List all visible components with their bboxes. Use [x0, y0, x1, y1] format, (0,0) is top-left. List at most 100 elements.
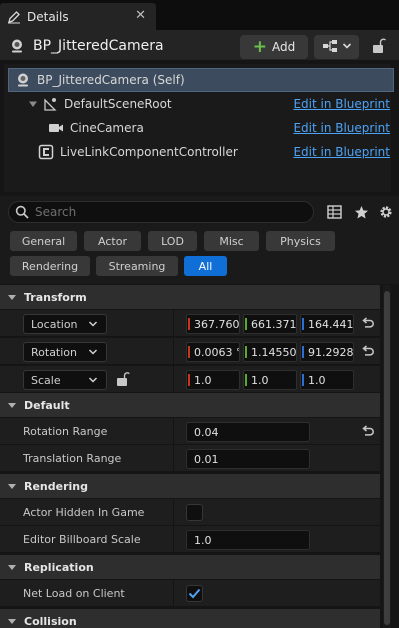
rotation-z-value: 91.2928: [308, 345, 354, 359]
tree-item-cine-camera[interactable]: CineCamera Edit in Blueprint: [8, 116, 394, 140]
section-default[interactable]: Default: [0, 393, 380, 417]
actor-hidden-checkbox[interactable]: [186, 504, 203, 521]
pencil-icon: [7, 10, 21, 24]
location-dropdown[interactable]: Location: [23, 314, 107, 334]
property-net-load-on-client: Net Load on Client: [0, 580, 380, 607]
rotation-y-field[interactable]: 1.14550: [243, 342, 297, 362]
rotation-range-input[interactable]: 0.04: [186, 422, 310, 442]
property-rotation: Rotation 0.0063 ° 1.14550 91.2928: [0, 338, 380, 365]
location-x-value: 367.760: [194, 317, 240, 331]
actor-icon: [15, 72, 31, 88]
reset-to-default-icon[interactable]: [361, 425, 375, 439]
edit-in-blueprint-link[interactable]: Edit in Blueprint: [293, 97, 390, 111]
property-editor-billboard-scale: Editor Billboard Scale 1.0: [0, 526, 380, 553]
chevron-down-icon: [342, 40, 352, 54]
section-collision[interactable]: Collision: [0, 609, 380, 628]
chevron-down-icon: [88, 375, 98, 385]
location-y-value: 661.371: [251, 317, 297, 331]
category-general-button[interactable]: General: [10, 231, 77, 251]
actor-icon: [9, 38, 25, 54]
lock-icon[interactable]: [372, 38, 386, 57]
collapse-arrow-icon: [8, 617, 16, 625]
edit-in-blueprint-link[interactable]: Edit in Blueprint: [293, 121, 390, 135]
section-rendering[interactable]: Rendering: [0, 474, 380, 498]
scale-label: Scale: [31, 373, 61, 387]
category-physics-button[interactable]: Physics: [266, 231, 335, 251]
scale-z-value: 1.0: [308, 373, 326, 387]
favorite-star-icon[interactable]: [353, 204, 369, 220]
location-x-field[interactable]: 367.760: [186, 314, 240, 334]
tree-item-livelink-controller[interactable]: LiveLinkComponentController Edit in Blue…: [8, 140, 394, 164]
rotation-range-label: Rotation Range: [23, 425, 108, 438]
property-translation-range: Translation Range 0.01: [0, 445, 380, 472]
rotation-z-field[interactable]: 91.2928: [300, 342, 354, 362]
livelink-icon: [38, 144, 54, 160]
expand-arrow-icon[interactable]: [28, 99, 38, 109]
hierarchy-view-button[interactable]: [314, 35, 359, 59]
column-divider: [173, 499, 174, 526]
rotation-x-field[interactable]: 0.0063 °: [186, 342, 240, 362]
category-all-button[interactable]: All: [184, 256, 227, 276]
section-transform[interactable]: Transform: [0, 285, 380, 309]
search-box[interactable]: [8, 201, 314, 223]
reset-to-default-icon[interactable]: [361, 345, 375, 359]
category-streaming-button[interactable]: Streaming: [96, 256, 178, 276]
column-divider: [173, 310, 174, 337]
lock-scale-icon[interactable]: [116, 372, 130, 387]
settings-gear-icon[interactable]: [378, 204, 394, 220]
tree-item-default-scene-root[interactable]: DefaultSceneRoot Edit in Blueprint: [8, 92, 394, 116]
column-divider: [173, 418, 174, 445]
tree-item-label: BP_JitteredCamera (Self): [37, 73, 185, 87]
collapse-arrow-icon: [8, 293, 16, 301]
location-z-field[interactable]: 164.441: [300, 314, 354, 334]
checkmark-icon: [188, 588, 201, 599]
chevron-down-icon: [88, 347, 98, 357]
rotation-dropdown[interactable]: Rotation: [23, 342, 107, 362]
translation-range-input[interactable]: 0.01: [186, 449, 310, 469]
tree-item-self[interactable]: BP_JitteredCamera (Self): [8, 68, 394, 92]
actor-hidden-label: Actor Hidden In Game: [23, 506, 145, 519]
section-title: Default: [24, 398, 70, 412]
scale-x-field[interactable]: 1.0: [186, 370, 240, 390]
category-filter-area: General Actor LOD Misc Physics Rendering…: [0, 230, 399, 284]
column-divider: [173, 338, 174, 365]
table-view-icon[interactable]: [326, 204, 342, 220]
scale-x-value: 1.0: [194, 373, 212, 387]
column-divider: [173, 445, 174, 472]
details-tab[interactable]: Details ✕: [0, 3, 156, 30]
property-location: Location 367.760 661.371 164.441: [0, 310, 380, 337]
details-tab-label: Details: [27, 9, 69, 24]
collapse-arrow-icon: [8, 401, 16, 409]
component-tree: BP_JitteredCamera (Self) DefaultSceneRoo…: [4, 64, 394, 192]
billboard-scale-input[interactable]: 1.0: [186, 530, 310, 550]
column-divider: [173, 366, 174, 393]
category-rendering-button[interactable]: Rendering: [10, 256, 90, 276]
scene-root-icon: [42, 96, 58, 112]
reset-to-default-icon[interactable]: [361, 317, 375, 331]
category-misc-button[interactable]: Misc: [204, 231, 259, 251]
section-replication[interactable]: Replication: [0, 555, 380, 579]
tree-item-label: CineCamera: [70, 121, 144, 135]
category-lod-button[interactable]: LOD: [148, 231, 197, 251]
add-component-button[interactable]: + Add: [240, 35, 308, 59]
location-y-field[interactable]: 661.371: [243, 314, 297, 334]
net-load-checkbox[interactable]: [186, 585, 203, 602]
scale-z-field[interactable]: 1.0: [300, 370, 354, 390]
chevron-down-icon: [88, 319, 98, 329]
scrollbar-thumb[interactable]: [384, 291, 390, 625]
scale-dropdown[interactable]: Scale: [23, 370, 107, 390]
billboard-scale-label: Editor Billboard Scale: [23, 533, 141, 546]
collapse-arrow-icon: [8, 482, 16, 490]
scale-y-field[interactable]: 1.0: [243, 370, 297, 390]
edit-in-blueprint-link[interactable]: Edit in Blueprint: [293, 145, 390, 159]
column-divider: [173, 526, 174, 553]
property-actor-hidden-in-game: Actor Hidden In Game: [0, 499, 380, 526]
category-actor-button[interactable]: Actor: [84, 231, 141, 251]
location-z-value: 164.441: [308, 317, 354, 331]
properties-panel: Transform Location 367.760 661.371 164.4…: [0, 285, 380, 628]
section-title: Rendering: [24, 479, 88, 493]
close-tab-icon[interactable]: ✕: [135, 8, 146, 23]
search-input[interactable]: [35, 205, 285, 219]
plus-icon: +: [252, 36, 267, 57]
net-load-label: Net Load on Client: [23, 587, 125, 600]
